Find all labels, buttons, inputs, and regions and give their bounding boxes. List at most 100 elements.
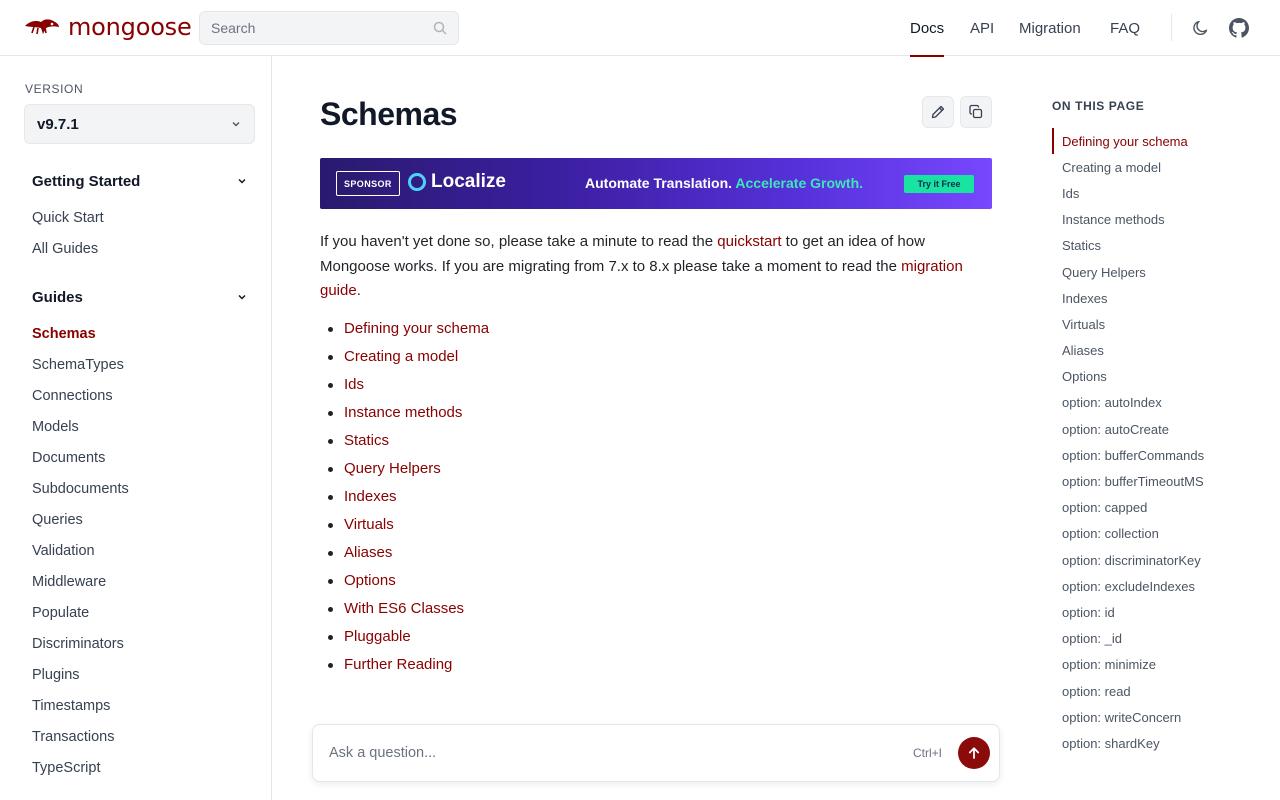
toc-item-statics[interactable]: Statics [1052, 232, 1272, 258]
toc-item-option-excludeindexes[interactable]: option: excludeIndexes [1052, 573, 1272, 599]
toc-item-option-collection[interactable]: option: collection [1052, 520, 1272, 546]
send-button[interactable] [958, 737, 990, 769]
sidebar-item-subdocuments[interactable]: Subdocuments [32, 480, 129, 498]
toc-item-options[interactable]: Options [1052, 363, 1272, 389]
toc-link[interactable]: Instance methods [344, 404, 462, 421]
mongoose-logo-icon [25, 19, 59, 35]
github-link[interactable] [1228, 17, 1250, 39]
section-title: Guides [32, 288, 83, 306]
sidebar-item-schemas[interactable]: Schemas [32, 325, 96, 343]
sponsor-brand-name: Localize [431, 171, 506, 192]
toc-item-option-minimize[interactable]: option: minimize [1052, 651, 1272, 677]
sidebar-item-middleware[interactable]: Middleware [32, 573, 106, 591]
edit-page-button[interactable] [922, 96, 954, 128]
version-select[interactable]: v9.7.1 [24, 104, 255, 144]
brand-name: mongoose [68, 13, 192, 41]
toc-item-indexes[interactable]: Indexes [1052, 285, 1272, 311]
toc-link[interactable]: Statics [344, 432, 389, 449]
list-item: Further Reading [320, 654, 489, 682]
arrow-up-icon [968, 747, 980, 759]
on-this-page-panel: ON THIS PAGE Defining your schema Creati… [1032, 56, 1280, 800]
mongoose-logo-link[interactable]: mongoose [24, 13, 192, 41]
sidebar-item-validation[interactable]: Validation [32, 542, 95, 560]
list-item: Pluggable [320, 626, 489, 654]
pencil-icon [931, 105, 945, 119]
localize-logo-icon [408, 173, 426, 191]
nav-api[interactable]: API [970, 0, 994, 56]
toc-link[interactable]: Options [344, 572, 396, 589]
sidebar-item-discriminators[interactable]: Discriminators [32, 635, 124, 653]
top-header: mongoose Search Docs API Migration FAQ [0, 0, 1280, 57]
toc-link[interactable]: With ES6 Classes [344, 600, 464, 617]
sidebar-item-models[interactable]: Models [32, 418, 79, 436]
sidebar-item-plugins[interactable]: Plugins [32, 666, 80, 684]
copy-icon [969, 104, 983, 119]
toc-item-option-id[interactable]: option: id [1052, 599, 1272, 625]
section-title: Getting Started [32, 172, 141, 190]
sidebar-item-timestamps[interactable]: Timestamps [32, 697, 110, 715]
sidebar-item-populate[interactable]: Populate [32, 604, 89, 622]
sidebar-item-documents[interactable]: Documents [32, 449, 105, 467]
nav-migration[interactable]: Migration [1019, 0, 1081, 56]
copy-page-button[interactable] [960, 96, 992, 128]
sponsor-banner[interactable]: SPONSOR Localize Automate Translation. A… [320, 158, 992, 209]
search-input[interactable]: Search [199, 11, 459, 45]
nav-migration-label: Migration [1019, 19, 1081, 37]
on-this-page-title: ON THIS PAGE [1052, 99, 1145, 113]
list-item: Statics [320, 430, 489, 458]
toc-item-option-shardkey[interactable]: option: shardKey [1052, 730, 1272, 756]
toc-item-option-autoindex[interactable]: option: autoIndex [1052, 389, 1272, 415]
toc-item-defining-your-schema[interactable]: Defining your schema [1052, 128, 1272, 154]
nav-docs[interactable]: Docs [910, 0, 945, 57]
toc-item-option-autocreate[interactable]: option: autoCreate [1052, 416, 1272, 442]
list-item: Creating a model [320, 346, 489, 374]
sponsor-cta-button[interactable]: Try it Free [904, 175, 974, 193]
toc-item-option-capped[interactable]: option: capped [1052, 494, 1272, 520]
sidebar-item-queries[interactable]: Queries [32, 511, 83, 529]
section-guides[interactable]: Guides [32, 286, 248, 308]
search-icon [433, 21, 447, 35]
intro-text-3: . [356, 282, 361, 299]
theme-toggle-button[interactable] [1190, 17, 1212, 39]
toc-link[interactable]: Pluggable [344, 628, 411, 645]
toc-item-option-discriminatorkey[interactable]: option: discriminatorKey [1052, 547, 1272, 573]
toc-item-creating-a-model[interactable]: Creating a model [1052, 154, 1272, 180]
toc-item-option-buffertimeoutms[interactable]: option: bufferTimeoutMS [1052, 468, 1272, 494]
toc-item-option-underscore-id[interactable]: option: _id [1052, 625, 1272, 651]
toc-link[interactable]: Further Reading [344, 656, 452, 673]
toc-link[interactable]: Defining your schema [344, 320, 489, 337]
sidebar-item-all-guides[interactable]: All Guides [32, 240, 98, 258]
ask-question-input[interactable]: Ask a question... Ctrl+I [312, 724, 1000, 782]
toc-item-option-buffercommands[interactable]: option: bufferCommands [1052, 442, 1272, 468]
list-item: Options [320, 570, 489, 598]
toc-link[interactable]: Indexes [344, 488, 397, 505]
toc-item-option-read[interactable]: option: read [1052, 678, 1272, 704]
search-placeholder: Search [211, 20, 256, 36]
toc-link[interactable]: Aliases [344, 544, 392, 561]
sidebar-item-transactions[interactable]: Transactions [32, 728, 114, 746]
sidebar: VERSION v9.7.1 Getting Started Quick Sta… [0, 56, 272, 800]
toc-link[interactable]: Ids [344, 376, 364, 393]
main-content: Schemas SPONSOR Localize Automate Transl… [272, 56, 1032, 800]
intro-paragraph: If you haven't yet done so, please take … [320, 230, 992, 304]
sidebar-item-quick-start[interactable]: Quick Start [32, 209, 104, 227]
quickstart-link[interactable]: quickstart [717, 233, 781, 250]
toc-link[interactable]: Virtuals [344, 516, 394, 533]
toc-link[interactable]: Query Helpers [344, 460, 441, 477]
sidebar-item-connections[interactable]: Connections [32, 387, 113, 405]
toc-item-instance-methods[interactable]: Instance methods [1052, 206, 1272, 232]
toc-item-aliases[interactable]: Aliases [1052, 337, 1272, 363]
chevron-down-icon [238, 294, 246, 300]
toc-item-virtuals[interactable]: Virtuals [1052, 311, 1272, 337]
toc-item-ids[interactable]: Ids [1052, 180, 1272, 206]
toc-link[interactable]: Creating a model [344, 348, 458, 365]
sidebar-item-typescript[interactable]: TypeScript [32, 759, 101, 777]
toc-item-option-writeconcern[interactable]: option: writeConcern [1052, 704, 1272, 730]
nav-divider [1171, 14, 1172, 41]
list-item: Query Helpers [320, 458, 489, 486]
toc-item-query-helpers[interactable]: Query Helpers [1052, 259, 1272, 285]
section-getting-started[interactable]: Getting Started [32, 170, 248, 192]
sidebar-item-schematypes[interactable]: SchemaTypes [32, 356, 124, 374]
list-item: Aliases [320, 542, 489, 570]
nav-faq[interactable]: FAQ [1110, 0, 1140, 56]
